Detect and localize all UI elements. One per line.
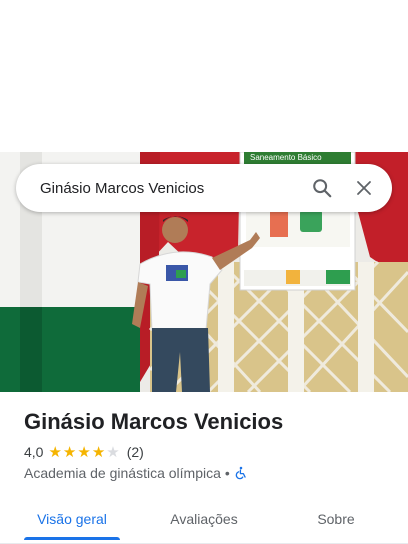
star-filled-icon: ★ (48, 443, 62, 461)
star-rating: ★ ★ ★ ★ ★ (48, 445, 120, 460)
wheelchair-icon (235, 466, 246, 480)
search-bar[interactable]: Ginásio Marcos Venicios (16, 164, 392, 212)
search-input[interactable]: Ginásio Marcos Venicios (40, 180, 302, 197)
search-icon (313, 179, 332, 198)
star-empty-icon: ★ (106, 443, 120, 461)
star-filled-icon: ★ (77, 443, 91, 461)
search-button[interactable] (302, 168, 342, 208)
map-area (0, 0, 408, 152)
review-count[interactable]: (2) (127, 444, 144, 460)
close-icon (357, 181, 371, 195)
place-category: Academia de ginástica olímpica (24, 465, 221, 481)
rating-row[interactable]: 4,0 ★ ★ ★ ★ ★ (2) (24, 444, 144, 460)
star-filled-icon: ★ (62, 443, 77, 461)
tab-about[interactable]: Sobre (288, 494, 384, 544)
star-filled-icon: ★ (91, 443, 106, 461)
place-title: Ginásio Marcos Venicios (24, 409, 284, 434)
tab-reviews[interactable]: Avaliações (156, 494, 252, 544)
separator-dot: • (224, 465, 230, 481)
sign-header: Saneamento Básico (250, 153, 322, 162)
category-row: Academia de ginástica olímpica • (24, 465, 248, 481)
rating-value: 4,0 (24, 444, 44, 460)
close-button[interactable] (342, 168, 386, 208)
active-tab-indicator (24, 537, 120, 540)
